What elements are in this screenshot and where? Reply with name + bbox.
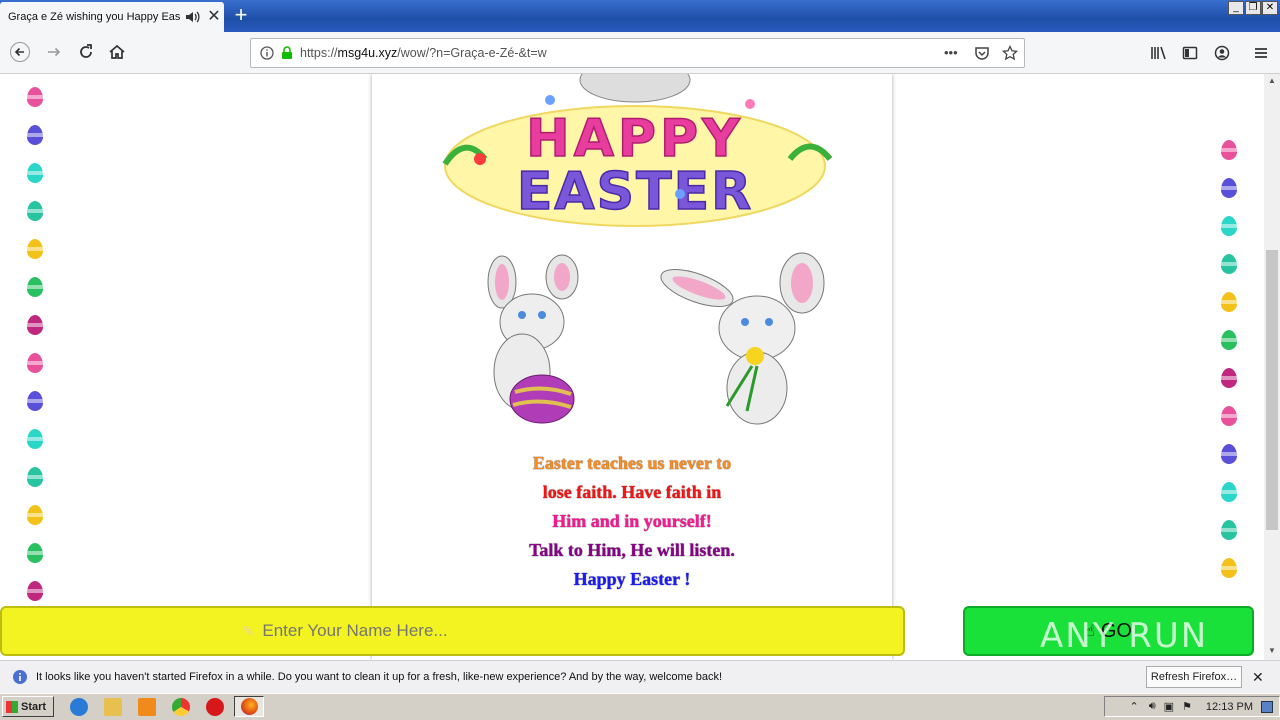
- media-player-icon[interactable]: [138, 698, 156, 716]
- firefox-icon: [240, 698, 258, 715]
- easter-egg-icon: [1221, 444, 1237, 464]
- easter-egg-icon: [27, 543, 43, 563]
- browser-tab[interactable]: Graça e Zé wishing you Happy Easter ✕: [0, 2, 224, 32]
- easter-egg-icon: [1221, 140, 1237, 160]
- library-icon[interactable]: [1150, 45, 1168, 61]
- easter-egg-icon: [27, 125, 43, 145]
- refresh-firefox-button[interactable]: Refresh Firefox…: [1146, 666, 1242, 688]
- easter-egg-icon: [27, 505, 43, 525]
- close-window-button[interactable]: ✕: [1262, 1, 1278, 15]
- easter-egg-icon: [27, 429, 43, 449]
- message-line: Him and in yourself!: [552, 511, 712, 531]
- happy-easter-banner: HAPPY EASTER: [442, 74, 833, 227]
- info-circle-icon: [13, 670, 27, 684]
- clock: 12:13 PM: [1205, 700, 1253, 713]
- easter-egg-icon: [27, 239, 43, 259]
- speaker-icon[interactable]: [184, 9, 200, 25]
- home-button[interactable]: [103, 39, 131, 65]
- firefox-task-button[interactable]: [234, 696, 264, 717]
- reload-icon: [80, 44, 92, 58]
- folder-icon[interactable]: [104, 698, 122, 716]
- ie-icon[interactable]: [70, 698, 88, 716]
- easter-egg-icon: [1221, 558, 1237, 578]
- easter-egg-icon: [27, 467, 43, 487]
- forward-button[interactable]: [40, 39, 68, 65]
- bunny-with-flower-illustration: [660, 252, 825, 425]
- bunny-with-egg-illustration: [487, 254, 579, 424]
- system-tray: ⌃ 🔊︎ ▣ ⚑ 12:13 PM: [1104, 696, 1280, 717]
- easter-egg-icon: [27, 391, 43, 411]
- forward-arrow-icon: [48, 47, 61, 57]
- notification-bar: It looks like you haven't started Firefo…: [0, 660, 1280, 693]
- minimize-button[interactable]: _: [1228, 1, 1244, 15]
- back-button[interactable]: [6, 39, 34, 65]
- opera-icon[interactable]: [206, 698, 224, 716]
- network-icon[interactable]: ▣: [1164, 700, 1174, 713]
- account-icon[interactable]: [1214, 45, 1230, 61]
- url-text[interactable]: https://msg4u.xyz/wow/?n=Graça-e-Zé-&t=w: [300, 46, 547, 60]
- new-tab-button[interactable]: +: [230, 4, 252, 26]
- scrollbar-thumb[interactable]: [1266, 250, 1278, 530]
- page-actions-icon[interactable]: •••: [944, 45, 958, 60]
- easter-egg-icon: [1221, 330, 1237, 350]
- url-bar[interactable]: https://msg4u.xyz/wow/?n=Graça-e-Zé-&t=w: [250, 38, 1025, 68]
- menu-icon[interactable]: [1253, 45, 1269, 61]
- easter-egg-icon: [27, 353, 43, 373]
- pencil-icon: ✎: [242, 622, 255, 639]
- svg-text:EASTER: EASTER: [517, 162, 753, 222]
- message-line: lose faith. Have faith in: [542, 482, 722, 502]
- start-button[interactable]: Start: [2, 696, 54, 717]
- easter-egg-icon: [27, 163, 43, 183]
- easter-egg-icon: [1221, 178, 1237, 198]
- greeting-card: HAPPY EASTER Easter teaches us never to l…: [372, 74, 892, 660]
- show-desktop-icon[interactable]: [1261, 700, 1273, 713]
- chrome-icon[interactable]: [172, 698, 190, 716]
- maximize-button[interactable]: ❐: [1245, 1, 1261, 15]
- easter-egg-icon: [27, 315, 43, 335]
- message-line: Talk to Him, He will listen.: [529, 540, 735, 560]
- easter-egg-icon: [27, 581, 43, 601]
- close-tab-icon[interactable]: ✕: [206, 9, 222, 25]
- easter-egg-icon: [27, 201, 43, 221]
- scroll-down-icon[interactable]: ▼: [1266, 646, 1278, 658]
- easter-egg-icon: [1221, 254, 1237, 274]
- name-input-container: ✎: [0, 606, 905, 656]
- reload-button[interactable]: [72, 39, 100, 65]
- start-label: Start: [21, 700, 47, 713]
- page-content: HAPPY EASTER Easter teaches us never to l…: [0, 74, 1264, 660]
- easter-egg-icon: [27, 277, 43, 297]
- notification-text: It looks like you haven't started Firefo…: [36, 671, 723, 683]
- easter-egg-icon: [1221, 368, 1237, 388]
- easter-egg-icon: [27, 87, 43, 107]
- banner-text: HAPPY: [526, 109, 744, 169]
- lock-icon[interactable]: [280, 46, 294, 60]
- close-notification-icon[interactable]: ✕: [1252, 669, 1264, 686]
- easter-egg-icon: [1221, 520, 1237, 540]
- easter-egg-icon: [1221, 216, 1237, 236]
- easter-message: Easter teaches us never to lose faith. Ha…: [372, 449, 892, 594]
- info-icon[interactable]: [260, 46, 274, 60]
- tab-title: Graça e Zé wishing you Happy Easter: [8, 11, 180, 23]
- taskbar: [0, 693, 1280, 720]
- sidebar-icon[interactable]: [1182, 45, 1198, 61]
- windows-logo-icon: [6, 700, 18, 713]
- name-input[interactable]: [262, 621, 663, 641]
- easter-egg-icon: [1221, 406, 1237, 426]
- anyrun-watermark: ANY RUN: [1040, 616, 1209, 656]
- back-arrow-icon: [10, 42, 30, 62]
- pocket-icon[interactable]: [974, 45, 990, 61]
- volume-icon[interactable]: 🔊︎: [1149, 700, 1156, 713]
- easter-egg-icon: [1221, 292, 1237, 312]
- bookmark-star-icon[interactable]: [1002, 45, 1018, 61]
- easter-egg-icon: [1221, 482, 1237, 502]
- message-line: Easter teaches us never to: [532, 453, 732, 473]
- home-icon: [109, 44, 125, 59]
- scroll-up-icon[interactable]: ▲: [1266, 76, 1278, 88]
- tray-arrow-icon[interactable]: ⌃: [1129, 700, 1138, 713]
- message-line: Happy Easter !: [573, 569, 691, 589]
- flag-icon[interactable]: ⚑: [1182, 700, 1192, 713]
